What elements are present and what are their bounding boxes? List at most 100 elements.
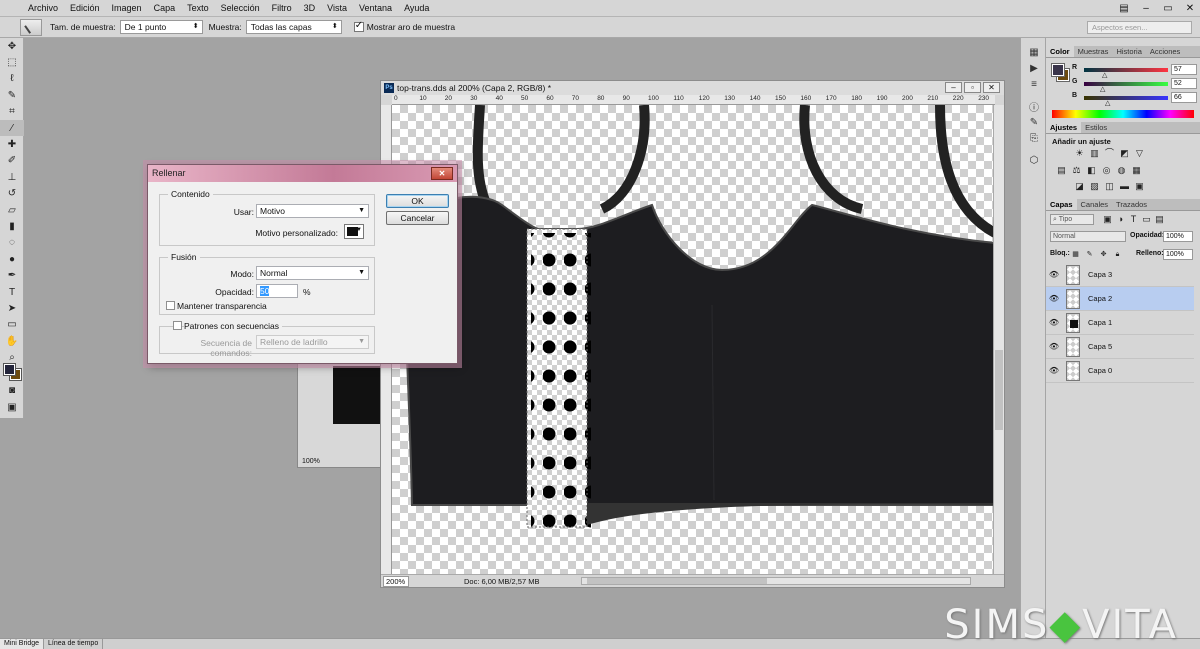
tab-timeline[interactable]: Línea de tiempo bbox=[44, 639, 104, 649]
eyedropper-preset-icon[interactable] bbox=[20, 18, 42, 36]
doc-maximize-icon[interactable]: ▫ bbox=[964, 82, 981, 93]
fill-input[interactable]: 100% bbox=[1163, 249, 1193, 260]
tab-mini-bridge[interactable]: Mini Bridge bbox=[0, 639, 45, 649]
menu-ayuda[interactable]: Ayuda bbox=[398, 0, 435, 17]
foreground-color-swatch[interactable] bbox=[3, 363, 16, 376]
quick-select-tool-icon[interactable]: ✎ bbox=[0, 87, 24, 103]
threshold-icon[interactable]: ◫ bbox=[1104, 181, 1115, 192]
blend-mode-select[interactable]: Normal bbox=[1050, 231, 1126, 242]
lock-all-icon[interactable]: 🔒︎ bbox=[1112, 249, 1123, 260]
tab-adjustments[interactable]: Ajustes bbox=[1046, 122, 1082, 133]
workspace-search[interactable]: Aspectos esen... bbox=[1087, 21, 1192, 34]
gradient-tool-icon[interactable]: ▮ bbox=[0, 218, 24, 234]
type-tool-icon[interactable]: T bbox=[0, 284, 24, 300]
menu-edicion[interactable]: Edición bbox=[64, 0, 106, 17]
filter-adjust-icon[interactable]: ◑ bbox=[1115, 214, 1126, 225]
tab-paths[interactable]: Trazados bbox=[1112, 199, 1151, 210]
hand-tool-icon[interactable]: ✋ bbox=[0, 333, 24, 349]
channel-mixer-icon[interactable]: ◍ bbox=[1116, 165, 1127, 176]
visibility-eye-icon[interactable]: 👁︎ bbox=[1046, 318, 1062, 327]
visibility-eye-icon[interactable]: 👁︎ bbox=[1046, 342, 1062, 351]
visibility-eye-icon[interactable]: 👁︎ bbox=[1046, 294, 1062, 303]
minimize-icon[interactable]: – bbox=[1140, 3, 1152, 14]
history-brush-tool-icon[interactable]: ↺ bbox=[0, 186, 24, 202]
use-select[interactable]: Motivo ▼ bbox=[256, 204, 369, 218]
crop-tool-icon[interactable]: ⌗ bbox=[0, 104, 24, 120]
menu-seleccion[interactable]: Selección bbox=[215, 0, 266, 17]
tab-color[interactable]: Color bbox=[1046, 46, 1074, 57]
menu-filtro[interactable]: Filtro bbox=[266, 0, 298, 17]
menu-archivo[interactable]: Archivo bbox=[22, 0, 64, 17]
curves-icon[interactable]: ⌒ bbox=[1104, 148, 1115, 159]
blur-tool-icon[interactable]: ◌ bbox=[0, 235, 24, 251]
path-select-tool-icon[interactable]: ➤ bbox=[0, 300, 24, 316]
tab-history[interactable]: Historia bbox=[1112, 46, 1145, 57]
eyedropper-tool-icon[interactable]: ⁄ bbox=[0, 119, 24, 137]
move-tool-icon[interactable]: ✥ bbox=[0, 38, 24, 54]
filter-type-icon[interactable]: T bbox=[1128, 214, 1139, 225]
menu-imagen[interactable]: Imagen bbox=[106, 0, 148, 17]
visibility-eye-icon[interactable]: 👁︎ bbox=[1046, 270, 1062, 279]
horizontal-ruler[interactable]: 0 10 20 30 40 50 60 70 80 90 100 110 120 130 140 150 160… bbox=[392, 95, 995, 105]
document-title-bar[interactable]: Ps top-trans.dds al 200% (Capa 2, RGB/8)… bbox=[381, 81, 1004, 95]
layer-opacity-input[interactable]: 100% bbox=[1163, 231, 1193, 242]
layer-filter-select[interactable]: ⌕ Tipo bbox=[1050, 214, 1094, 225]
lock-transparent-icon[interactable]: ▦ bbox=[1070, 249, 1081, 260]
eraser-tool-icon[interactable]: ▱ bbox=[0, 202, 24, 218]
script-select[interactable]: Relleno de ladrillo ▼ bbox=[256, 335, 369, 349]
color-lookup-icon[interactable]: ▦ bbox=[1131, 165, 1142, 176]
tab-channels[interactable]: Canales bbox=[1077, 199, 1113, 210]
lock-image-icon[interactable]: ✎ bbox=[1084, 249, 1095, 260]
vibrance-icon[interactable]: ▽ bbox=[1134, 148, 1145, 159]
visibility-eye-icon[interactable]: 👁︎ bbox=[1046, 366, 1062, 375]
scripted-patterns-checkbox[interactable] bbox=[173, 321, 182, 330]
menu-capa[interactable]: Capa bbox=[148, 0, 182, 17]
clone-source-icon[interactable]: ⎘ bbox=[1021, 130, 1047, 146]
black-white-icon[interactable]: ◧ bbox=[1086, 165, 1097, 176]
document-canvas[interactable] bbox=[392, 105, 995, 575]
quick-mask-icon[interactable]: ◙ bbox=[0, 382, 24, 398]
tab-swatches[interactable]: Muestras bbox=[1074, 46, 1113, 57]
red-value[interactable]: 57 bbox=[1171, 64, 1197, 75]
doc-close-icon[interactable]: ✕ bbox=[983, 82, 1000, 93]
filter-smart-icon[interactable]: ▤ bbox=[1154, 214, 1165, 225]
cancel-button[interactable]: Cancelar bbox=[386, 211, 449, 225]
color-spectrum-ramp[interactable] bbox=[1052, 110, 1194, 118]
clone-stamp-tool-icon[interactable]: ⊥ bbox=[0, 169, 24, 185]
green-value[interactable]: 52 bbox=[1171, 78, 1197, 89]
show-ring-checkbox[interactable] bbox=[353, 20, 364, 32]
exposure-icon[interactable]: ◩ bbox=[1119, 148, 1130, 159]
vertical-scroll-thumb[interactable] bbox=[995, 350, 1003, 430]
preserve-transparency-checkbox[interactable] bbox=[166, 301, 175, 310]
close-icon[interactable]: ✕ bbox=[1184, 3, 1196, 14]
marquee-tool-icon[interactable]: ⬚ bbox=[0, 54, 24, 70]
tab-layers[interactable]: Capas bbox=[1046, 199, 1077, 210]
doc-info[interactable]: Doc: 6,00 MB/2,57 MB bbox=[464, 577, 539, 586]
blue-slider[interactable]: B △ 66 bbox=[1072, 92, 1197, 107]
hue-saturation-icon[interactable]: ▤ bbox=[1056, 165, 1067, 176]
brush-tool-icon[interactable]: ✐ bbox=[0, 153, 24, 169]
background-document-window[interactable]: 100% bbox=[297, 360, 388, 468]
layer-row[interactable]: 👁︎ Capa 0 bbox=[1046, 359, 1194, 383]
photo-filter-icon[interactable]: ◎ bbox=[1101, 165, 1112, 176]
menu-texto[interactable]: Texto bbox=[181, 0, 215, 17]
sample-select[interactable]: Todas las capas ⬍ bbox=[245, 20, 342, 34]
lasso-tool-icon[interactable]: ℓ bbox=[0, 71, 24, 87]
dialog-title-bar[interactable]: Rellenar ✕ bbox=[148, 165, 457, 182]
menu-ventana[interactable]: Ventana bbox=[353, 0, 398, 17]
posterize-icon[interactable]: ▨ bbox=[1089, 181, 1100, 192]
pattern-picker[interactable]: ▼ bbox=[344, 224, 364, 239]
zoom-field[interactable]: 200% bbox=[383, 575, 409, 587]
3d-panel-icon[interactable]: ⬡ bbox=[1021, 152, 1047, 168]
history-panel-icon[interactable]: ▦ bbox=[1021, 44, 1047, 60]
levels-icon[interactable]: ▥ bbox=[1089, 148, 1100, 159]
screen-mode-icon[interactable]: ▣ bbox=[0, 399, 24, 415]
doc-minimize-icon[interactable]: – bbox=[945, 82, 962, 93]
brightness-icon[interactable]: ☀ bbox=[1074, 148, 1085, 159]
invert-icon[interactable]: ◪ bbox=[1074, 181, 1085, 192]
menu-3d[interactable]: 3D bbox=[298, 0, 322, 17]
filter-shape-icon[interactable]: ▭ bbox=[1141, 214, 1152, 225]
lock-position-icon[interactable]: ✥ bbox=[1098, 249, 1109, 260]
properties-panel-icon[interactable]: ≡ bbox=[1021, 76, 1047, 92]
dialog-close-icon[interactable]: ✕ bbox=[431, 167, 453, 180]
